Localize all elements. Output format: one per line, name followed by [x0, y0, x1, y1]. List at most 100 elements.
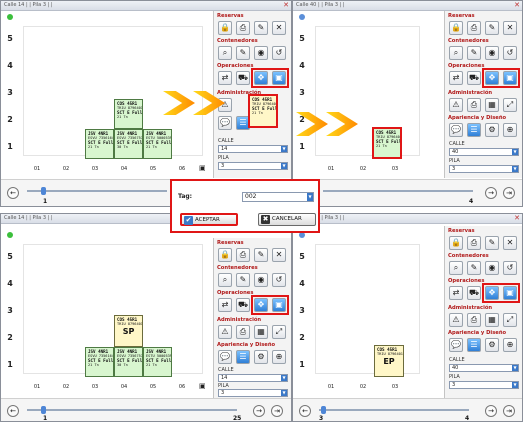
tools-icon[interactable]: ✕: [272, 248, 286, 262]
lock-icon[interactable]: 🔒: [218, 21, 232, 35]
warning-icon[interactable]: ⚠: [218, 325, 232, 339]
container-tagged-sp[interactable]: COS 45R1 TRIU 8796401 SP: [114, 315, 143, 347]
expand-icon[interactable]: ⤢: [503, 98, 517, 112]
edit-icon[interactable]: ✎: [236, 273, 250, 287]
container-tagged-ep[interactable]: COS 45R1 TRIU 8796401 EP: [374, 345, 404, 377]
target-icon[interactable]: ◉: [485, 261, 499, 275]
bay-slider[interactable]: [27, 190, 167, 192]
slider-thumb[interactable]: [41, 406, 46, 414]
tools-icon[interactable]: ✕: [503, 236, 517, 250]
print-icon[interactable]: ⎙: [467, 21, 481, 35]
list-icon[interactable]: ☰: [467, 338, 481, 352]
expand-icon[interactable]: ⤢: [272, 325, 286, 339]
grid-icon[interactable]: ▦: [485, 98, 499, 112]
pin-icon[interactable]: ✎: [254, 248, 268, 262]
warning-icon[interactable]: ⚠: [449, 98, 463, 112]
swap-icon[interactable]: ⇄: [218, 298, 232, 312]
container-tier1[interactable]: JSV 4NR1 ESTU 5000539 SCT E Full 21 Tn: [143, 347, 172, 377]
lock-icon[interactable]: 🔒: [449, 21, 463, 35]
pila-select[interactable]: 3 ▼: [449, 165, 519, 173]
add-icon[interactable]: ⊕: [503, 338, 517, 352]
next-button[interactable]: →: [253, 405, 265, 417]
calle-select[interactable]: 40 ▼: [449, 364, 519, 372]
search-icon[interactable]: ⌕: [449, 261, 463, 275]
history-icon[interactable]: ↺: [272, 46, 286, 60]
search-icon[interactable]: ⌕: [218, 46, 232, 60]
history-icon[interactable]: ↺: [503, 261, 517, 275]
next-button[interactable]: →: [485, 405, 497, 417]
lock-icon[interactable]: 🔒: [218, 248, 232, 262]
chat-icon[interactable]: 💬: [449, 123, 463, 137]
print-icon[interactable]: ⎙: [236, 325, 250, 339]
edit-icon[interactable]: ✎: [467, 261, 481, 275]
pila-select[interactable]: 3 ▼: [218, 389, 288, 397]
calle-select[interactable]: 14 ▼: [218, 374, 288, 382]
container-tier1[interactable]: JSV 4NR1 ESVU 7356164 SCT E Full 21 Tn: [85, 129, 114, 159]
search-icon[interactable]: ⌕: [449, 46, 463, 60]
pin-icon[interactable]: ✎: [485, 236, 499, 250]
grid-icon[interactable]: ▦: [254, 325, 268, 339]
tools-icon[interactable]: ✕: [272, 21, 286, 35]
pin-icon[interactable]: ✎: [254, 21, 268, 35]
calle-select[interactable]: 40 ▼: [449, 148, 519, 156]
print-icon[interactable]: ⎙: [467, 313, 481, 327]
add-icon[interactable]: ⊕: [503, 123, 517, 137]
grid-icon[interactable]: ▦: [485, 313, 499, 327]
swap-icon[interactable]: ⇄: [449, 286, 463, 300]
truck-icon[interactable]: ⛟: [236, 298, 250, 312]
bay-slider[interactable]: [319, 409, 469, 411]
prev-button[interactable]: ←: [7, 405, 19, 417]
prev-button[interactable]: ←: [7, 187, 19, 199]
next-button[interactable]: →: [485, 187, 497, 199]
chat-icon[interactable]: 💬: [218, 350, 232, 364]
close-icon[interactable]: ✕: [283, 1, 289, 10]
bay-slider[interactable]: [323, 190, 473, 192]
chat-icon[interactable]: 💬: [449, 338, 463, 352]
calle-select[interactable]: 14 ▼: [218, 145, 288, 153]
target-icon[interactable]: ◉: [254, 273, 268, 287]
close-icon[interactable]: ✕: [514, 214, 520, 223]
print-icon[interactable]: ⎙: [236, 248, 250, 262]
chat-icon[interactable]: 💬: [218, 116, 232, 130]
swap-icon[interactable]: ⇄: [218, 71, 232, 85]
cancel-button[interactable]: ✖ CANCELAR: [258, 213, 316, 226]
container-tier1[interactable]: JSV 4NR1 ESVU 7356757 SCT E Full 30 Tn: [114, 129, 143, 159]
container-moved[interactable]: COS 45R1 TRIU 8796401 SCT E Full 21 Tn: [372, 127, 402, 159]
print-icon[interactable]: ⎙: [467, 98, 481, 112]
slider-thumb[interactable]: [321, 406, 326, 414]
tools-icon[interactable]: ✕: [503, 21, 517, 35]
target-icon[interactable]: ◉: [254, 46, 268, 60]
list-icon[interactable]: ☰: [236, 350, 250, 364]
edit-icon[interactable]: ✎: [236, 46, 250, 60]
container-tier1[interactable]: JSV 4NR1 ESTU 5000539 SCT E Full 21 Tn: [143, 129, 172, 159]
tag-select[interactable]: 002 ▼: [242, 192, 314, 202]
container-tier1[interactable]: JSV 4NR1 ESVU 7356757 SCT E Full 30 Tn: [114, 347, 143, 377]
prev-button[interactable]: ←: [299, 405, 311, 417]
lock-icon[interactable]: 🔒: [449, 236, 463, 250]
container-tier2[interactable]: COS 45R1 TRIU 8796401 SCT E Full 21 Tn: [114, 99, 143, 129]
pin-icon[interactable]: ✎: [485, 21, 499, 35]
list-icon[interactable]: ☰: [467, 123, 481, 137]
pila-select[interactable]: 3 ▼: [218, 162, 288, 170]
last-button[interactable]: ⇥: [271, 405, 283, 417]
add-icon[interactable]: ⊕: [272, 350, 286, 364]
history-icon[interactable]: ↺: [503, 46, 517, 60]
last-button[interactable]: ⇥: [503, 405, 515, 417]
truck-icon[interactable]: ⛟: [467, 286, 481, 300]
tools-icon[interactable]: ⚙: [254, 350, 268, 364]
history-icon[interactable]: ↺: [272, 273, 286, 287]
last-button[interactable]: ⇥: [503, 187, 515, 199]
pila-select[interactable]: 3 ▼: [449, 381, 519, 389]
slider-thumb[interactable]: [41, 187, 46, 195]
container-tier1[interactable]: JSV 4NR1 ESVU 7356164 SCT E Full 21 Tn: [85, 347, 114, 377]
target-icon[interactable]: ◉: [485, 46, 499, 60]
bay-slider[interactable]: [27, 409, 237, 411]
edit-icon[interactable]: ✎: [467, 46, 481, 60]
accept-button[interactable]: ✔ ACEPTAR: [180, 213, 238, 226]
truck-icon[interactable]: ⛟: [236, 71, 250, 85]
print-icon[interactable]: ⎙: [236, 21, 250, 35]
search-icon[interactable]: ⌕: [218, 273, 232, 287]
warning-icon[interactable]: ⚠: [449, 313, 463, 327]
tools-icon[interactable]: ⚙: [485, 338, 499, 352]
swap-icon[interactable]: ⇄: [449, 71, 463, 85]
